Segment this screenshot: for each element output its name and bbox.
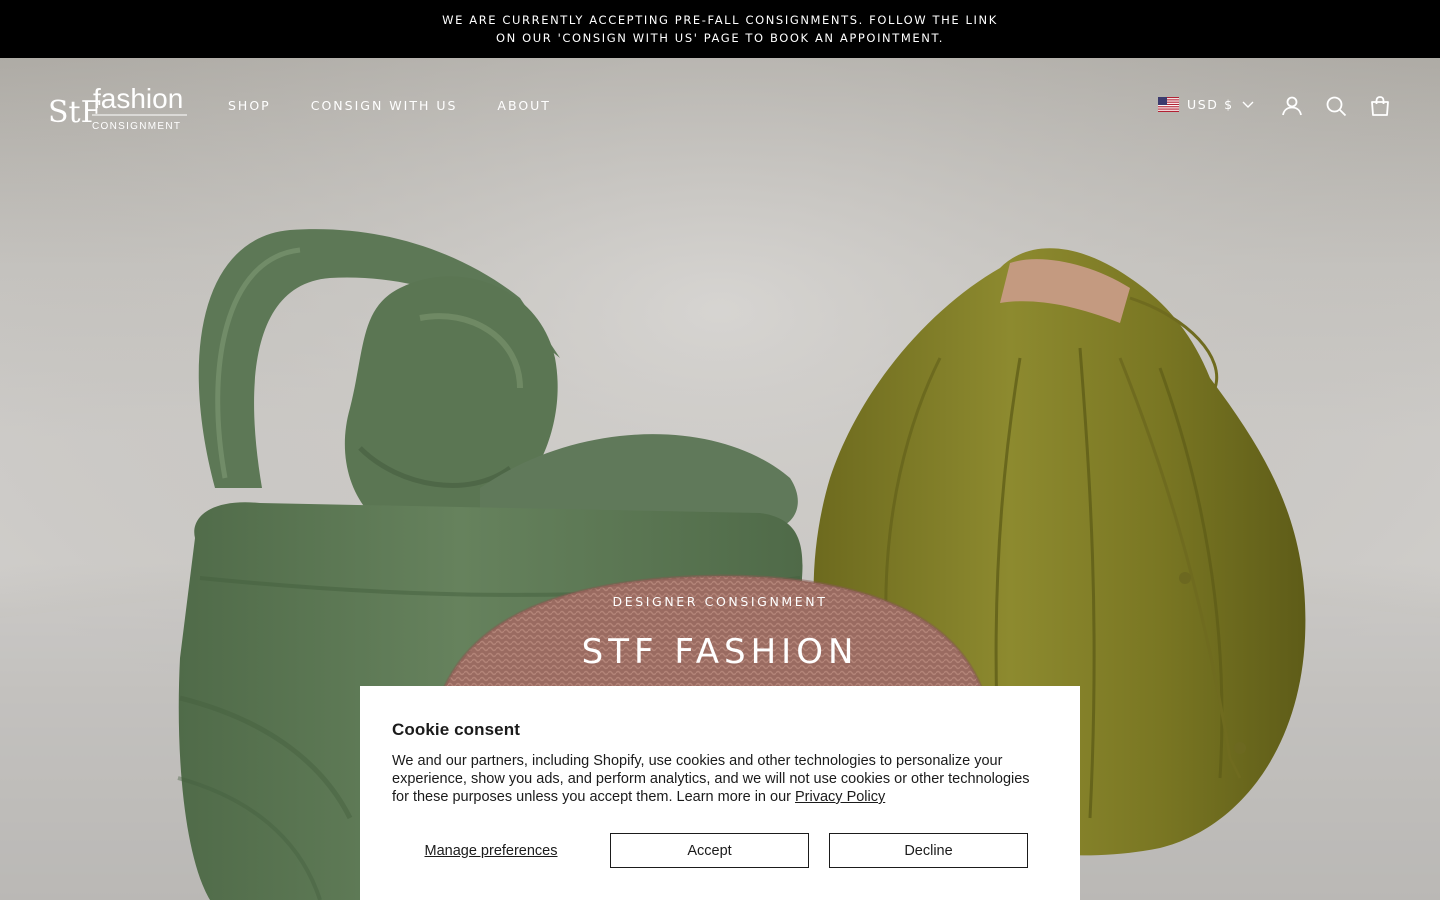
- cookie-actions: Manage preferences Accept Decline: [392, 833, 1048, 868]
- nav-consign-with-us[interactable]: CONSIGN WITH US: [311, 98, 458, 113]
- announcement-bar: WE ARE CURRENTLY ACCEPTING PRE-FALL CONS…: [0, 0, 1440, 58]
- decline-button[interactable]: Decline: [829, 833, 1028, 868]
- nav-about[interactable]: ABOUT: [497, 98, 551, 113]
- main-nav: SHOP CONSIGN WITH US ABOUT: [228, 98, 551, 113]
- cookie-consent-dialog: Cookie consent We and our partners, incl…: [360, 686, 1080, 900]
- hero-title: STF FASHION: [581, 632, 859, 672]
- announcement-line-1: WE ARE CURRENTLY ACCEPTING PRE-FALL CONS…: [442, 13, 998, 27]
- manage-preferences-link[interactable]: Manage preferences: [392, 843, 590, 859]
- logo-word: fashion: [93, 83, 183, 114]
- hero-eyebrow: DESIGNER CONSIGNMENT: [612, 594, 828, 609]
- account-icon[interactable]: [1280, 94, 1304, 118]
- cookie-title: Cookie consent: [392, 720, 520, 739]
- privacy-policy-link[interactable]: Privacy Policy: [795, 789, 885, 805]
- currency-label: USD $: [1187, 97, 1234, 112]
- cookie-body-text: We and our partners, including Shopify, …: [392, 753, 1030, 805]
- currency-selector[interactable]: USD $: [1158, 97, 1254, 112]
- announcement-line-2: ON OUR 'CONSIGN WITH US' PAGE TO BOOK AN…: [495, 31, 944, 45]
- nav-shop[interactable]: SHOP: [228, 98, 271, 113]
- chevron-down-icon: [1242, 101, 1254, 108]
- accept-button[interactable]: Accept: [610, 833, 809, 868]
- cookie-body: We and our partners, including Shopify, …: [392, 752, 1048, 806]
- stf-fashion-logo[interactable]: StF fashion CONSIGNMENT: [48, 82, 188, 132]
- search-icon[interactable]: [1324, 94, 1348, 118]
- us-flag-icon: [1158, 97, 1179, 112]
- logo-sub: CONSIGNMENT: [92, 121, 181, 132]
- cart-bag-icon[interactable]: [1368, 94, 1392, 118]
